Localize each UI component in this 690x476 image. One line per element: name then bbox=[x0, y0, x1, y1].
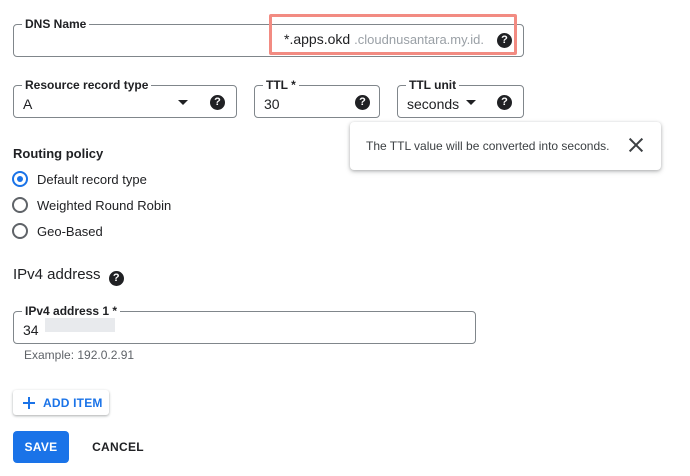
record-type-label: Resource record type bbox=[22, 78, 152, 92]
radio-default-record-type[interactable]: Default record type bbox=[12, 170, 147, 188]
radio-weighted-round-robin[interactable]: Weighted Round Robin bbox=[12, 196, 171, 214]
radio-label: Weighted Round Robin bbox=[37, 197, 172, 213]
ttl-input[interactable]: TTL * 30 ? bbox=[254, 78, 380, 118]
dns-record-form: DNS Name *.apps.okd .cloudnusantara.my.id… bbox=[0, 0, 690, 476]
dns-name-highlight bbox=[269, 14, 517, 55]
ttl-unit-help-icon[interactable]: ? bbox=[497, 95, 512, 110]
save-button[interactable]: SAVE bbox=[13, 431, 69, 463]
add-item-label: ADD ITEM bbox=[43, 395, 103, 410]
ipv4-hint: Example: 192.0.2.91 bbox=[24, 348, 135, 362]
ttl-unit-tooltip: The TTL value will be converted into sec… bbox=[350, 122, 661, 170]
radio-button[interactable] bbox=[12, 223, 28, 239]
ipv4-field-label: IPv4 address 1 * bbox=[22, 304, 121, 318]
ttl-unit-value: seconds bbox=[407, 96, 460, 112]
cancel-button[interactable]: CANCEL bbox=[84, 431, 152, 463]
ipv4-heading: IPv4 address ? bbox=[13, 266, 124, 286]
plus-icon bbox=[23, 396, 35, 409]
radio-button[interactable] bbox=[12, 197, 28, 213]
ttl-unit-select[interactable]: TTL unit seconds ? bbox=[397, 78, 524, 118]
ipv4-help-icon[interactable]: ? bbox=[108, 271, 124, 286]
redacted-value bbox=[45, 318, 115, 332]
radio-geo-based[interactable]: Geo-Based bbox=[12, 222, 103, 240]
chevron-down-icon bbox=[178, 100, 188, 105]
ttl-unit-label: TTL unit bbox=[406, 78, 460, 92]
radio-label: Default record type bbox=[37, 171, 147, 187]
record-type-help-icon[interactable]: ? bbox=[210, 95, 225, 110]
routing-policy-title: Routing policy bbox=[13, 146, 104, 161]
radio-button[interactable] bbox=[12, 171, 28, 187]
close-icon[interactable] bbox=[627, 136, 645, 154]
ttl-help-icon[interactable]: ? bbox=[355, 95, 370, 110]
ipv4-value: 34 bbox=[23, 322, 39, 338]
radio-label: Geo-Based bbox=[37, 223, 103, 239]
add-item-button[interactable]: ADD ITEM bbox=[13, 390, 109, 415]
chevron-down-icon bbox=[466, 100, 476, 105]
record-type-select[interactable]: Resource record type A ? bbox=[13, 78, 237, 118]
dns-name-label: DNS Name bbox=[22, 17, 90, 31]
ttl-value: 30 bbox=[264, 96, 280, 112]
ipv4-heading-text: IPv4 address bbox=[13, 266, 101, 283]
tooltip-text: The TTL value will be converted into sec… bbox=[366, 139, 610, 153]
record-type-value: A bbox=[23, 96, 33, 112]
ttl-label: TTL * bbox=[263, 78, 299, 92]
